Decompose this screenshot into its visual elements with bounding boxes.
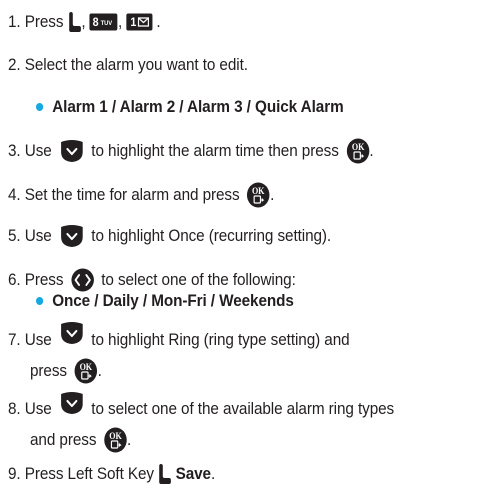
svg-text:OK: OK (351, 142, 364, 153)
step-3: 3. Use to highlight the alarm time then … (8, 138, 374, 164)
svg-text:TUV: TUV (101, 20, 113, 27)
comma: , (117, 12, 123, 31)
left-soft-key-icon (67, 11, 81, 33)
step-4: 4. Set the time for alarm and press OK . (8, 182, 274, 208)
alarm-options: Alarm 1 / Alarm 2 / Alarm 3 / Quick Alar… (36, 97, 344, 117)
bullet-icon (36, 297, 44, 305)
ok-key-icon: OK (247, 182, 270, 208)
svg-text:OK: OK (80, 362, 93, 373)
ok-key-icon: OK (74, 358, 98, 384)
step-2: 2. Select the alarm you want to edit. (8, 55, 248, 75)
step-2-text: 2. Select the alarm you want to edit. (8, 55, 248, 74)
comma: , (81, 12, 86, 31)
ok-key-icon: OK (104, 427, 127, 453)
nav-down-key-icon (59, 139, 84, 163)
save-label: Save (175, 464, 211, 483)
recurring-options: Once / Daily / Mon-Fri / Weekends (36, 291, 294, 311)
nav-down-key-icon (59, 321, 84, 345)
alarm-options-text: Alarm 1 / Alarm 2 / Alarm 3 / Quick Alar… (52, 97, 344, 116)
step-1-text: 1. Press (8, 12, 64, 31)
key-8-icon: 8 TUV (89, 13, 118, 31)
step-5: 5. Use to highlight Once (recurring sett… (8, 224, 331, 248)
key-1-voicemail-icon: 1 (126, 13, 153, 31)
instruction-page: 1. Press , 8 TUV , 1 . 2. Select the ala… (0, 0, 478, 488)
nav-down-key-icon (59, 391, 84, 415)
step-8-continued: and press OK . (30, 427, 131, 453)
bullet-icon (36, 103, 44, 111)
ok-key-icon: OK (346, 138, 369, 164)
step-1: 1. Press , 8 TUV , 1 . (8, 11, 161, 33)
nav-down-key-icon (59, 224, 84, 248)
step-7: 7. Use to highlight Ring (ring type sett… (8, 322, 350, 350)
svg-text:8: 8 (93, 17, 99, 30)
step-7-continued: press OK . (30, 358, 102, 384)
svg-text:OK: OK (109, 431, 122, 442)
nav-left-right-key-icon (71, 268, 94, 292)
recurring-options-text: Once / Daily / Mon-Fri / Weekends (52, 291, 294, 310)
step-9: 9. Press Left Soft Key Save . (8, 463, 216, 485)
svg-text:1: 1 (130, 17, 137, 30)
svg-text:OK: OK (252, 186, 265, 197)
step-8: 8. Use to select one of the available al… (8, 392, 394, 419)
step-6: 6. Press to select one of the following: (8, 268, 296, 292)
left-soft-key-icon (158, 463, 172, 485)
